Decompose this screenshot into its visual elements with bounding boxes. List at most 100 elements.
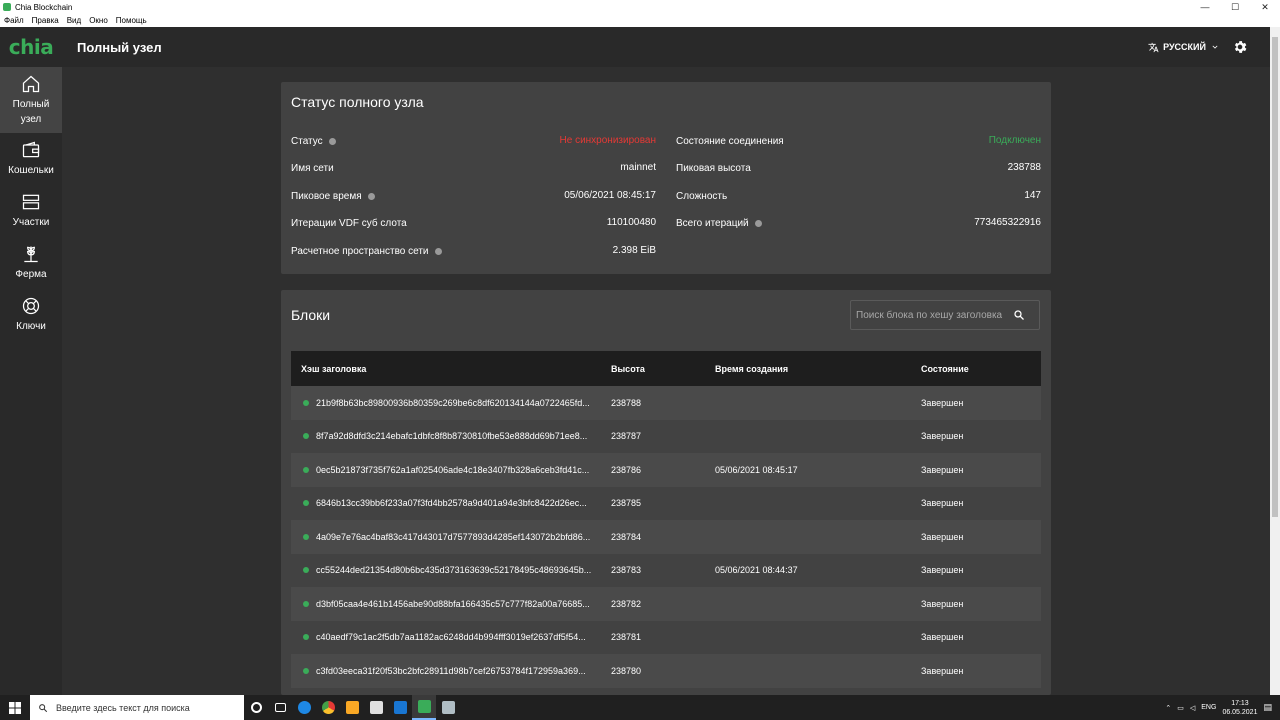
system-clock[interactable]: 17:13 06.05.2021 [1222,699,1257,717]
chia-taskbar-icon[interactable] [412,695,436,720]
table-row[interactable]: c40aedf79c1ac2f5db7aa1182ac6248dd4b994ff… [291,620,1041,654]
plots-icon [22,194,40,210]
table-row[interactable]: 8f7a92d8dfd3c214ebafc1dbfc8f8b8730810fbe… [291,419,1041,453]
block-time: 05/06/2021 08:45:17 [715,464,798,475]
mail-icon[interactable] [388,695,412,720]
network-space-label: Расчетное пространство сети [291,244,442,258]
block-state: Завершен [921,397,964,408]
network-icon[interactable]: ▭ [1177,704,1184,712]
sidebar-item-full-node[interactable]: Полный узел [0,67,62,133]
volume-icon[interactable]: ◁ [1190,704,1195,712]
table-row[interactable]: 6846b13cc39bb6f233a07f3fd4bb2578a9d401a9… [291,486,1041,520]
cortana-icon[interactable] [244,695,268,720]
close-button[interactable]: ✕ [1250,0,1280,14]
block-search-input[interactable] [851,309,1009,321]
window-scrollbar[interactable] [1270,27,1280,695]
blocks-title: Блоки [291,307,331,323]
table-row[interactable]: 0ec5b21873f735f762a1af025406ade4c18e3407… [291,453,1041,487]
table-row[interactable]: d3bf05caa4e461b1456abe90d88bfa166435c57c… [291,587,1041,621]
chia-logo[interactable]: chia [0,35,62,59]
menu-window[interactable]: Окно [89,16,108,25]
page-title: Полный узел [77,39,162,55]
peak-time-label: Пиковое время [291,189,375,203]
column-header-time[interactable]: Время создания [715,364,788,374]
app-taskbar-icon[interactable] [436,695,460,720]
block-hash[interactable]: 0ec5b21873f735f762a1af025406ade4c18e3407… [316,465,589,475]
full-node-status-card: Статус полного узла Статус Не синхронизи… [281,82,1051,274]
menu-file[interactable]: Файл [4,16,24,25]
search-icon[interactable] [1013,309,1025,321]
block-height: 238786 [611,464,642,475]
connection-state-value: Подключен [988,135,1041,146]
help-icon[interactable] [328,137,336,145]
status-dot-icon [303,600,309,607]
language-selector[interactable]: РУССКИЙ [1148,27,1220,67]
table-row[interactable]: c3fd03eeca31f20f53bc2bfc28911d98b7cef267… [291,654,1041,688]
windows-start-button[interactable] [0,695,30,720]
taskbar-search-placeholder: Введите здесь текст для поиска [56,702,190,713]
block-state: Завершен [921,565,964,576]
help-icon[interactable] [754,219,762,227]
home-icon [22,75,40,92]
scrollbar-thumb[interactable] [1272,37,1278,517]
menu-edit[interactable]: Правка [32,16,59,25]
edge-icon[interactable] [292,695,316,720]
file-explorer-icon[interactable] [340,695,364,720]
block-hash[interactable]: 4a09e7e76ac4baf83c417d43017d7577893d4285… [316,532,590,542]
help-icon[interactable] [434,247,442,255]
status-dot-icon [303,667,309,674]
block-height: 238782 [611,598,642,609]
minimize-button[interactable]: — [1190,0,1220,14]
sidebar-item-keys[interactable]: Ключи [0,289,62,341]
store-icon[interactable] [364,695,388,720]
menu-help[interactable]: Помощь [116,16,147,25]
status-dot-icon [303,533,309,540]
sidebar-item-farm[interactable]: Ферма [0,237,62,289]
clock-date: 06.05.2021 [1222,708,1258,716]
block-state: Завершен [921,531,964,542]
gear-icon[interactable] [1232,39,1248,55]
system-tray: ⌃ ▭ ◁ ENG 17:13 06.05.2021 ▤ [1165,695,1280,720]
table-row[interactable]: 4a09e7e76ac4baf83c417d43017d7577893d4285… [291,520,1041,554]
chrome-icon[interactable] [316,695,340,720]
table-body: 21b9f8b63bc89800936b80359c269be6c8df6201… [291,386,1041,688]
chevron-up-icon[interactable]: ⌃ [1165,704,1171,712]
notifications-icon[interactable]: ▤ [1263,702,1272,713]
help-icon[interactable] [367,192,375,200]
translate-icon [1148,42,1159,52]
block-state: Завершен [921,598,964,609]
column-header-height[interactable]: Высота [611,364,645,374]
block-hash[interactable]: d3bf05caa4e461b1456abe90d88bfa166435c57c… [316,599,590,609]
column-header-hash[interactable]: Хэш заголовка [301,364,366,374]
total-iterations-value: 773465322916 [974,217,1041,228]
block-hash[interactable]: cc55244ded21354d80b6bc435d373163639c5217… [316,565,591,575]
block-hash[interactable]: 21b9f8b63bc89800936b80359c269be6c8df6201… [316,398,590,408]
taskbar-search[interactable]: Введите здесь текст для поиска [30,695,244,720]
block-hash[interactable]: 8f7a92d8dfd3c214ebafc1dbfc8f8b8730810fbe… [316,431,587,441]
keyboard-language[interactable]: ENG [1201,704,1216,711]
block-hash[interactable]: c40aedf79c1ac2f5db7aa1182ac6248dd4b994ff… [316,632,586,642]
block-height: 238780 [611,665,642,676]
status-dot-icon [303,634,309,641]
block-height: 238785 [611,498,642,509]
app-header: chia Полный узел РУССКИЙ [0,27,1270,67]
sidebar-item-plots[interactable]: Участки [0,185,62,237]
blocks-table: Хэш заголовка Высота Время создания Сост… [291,351,1041,688]
maximize-button[interactable]: ☐ [1220,0,1250,14]
block-hash[interactable]: c3fd03eeca31f20f53bc2bfc28911d98b7cef267… [316,666,586,676]
table-row[interactable]: 21b9f8b63bc89800936b80359c269be6c8df6201… [291,386,1041,420]
sidebar: Полный узел Кошельки Участки Ферма Ключи [0,67,62,695]
status-dot-icon [303,399,309,406]
blocks-card: Блоки Хэш заголовка Высота Время создани… [281,290,1051,695]
task-view-icon[interactable] [268,695,292,720]
status-dot-icon [303,500,309,507]
status-card-title: Статус полного узла [291,94,424,110]
windows-logo-icon [9,701,21,714]
sidebar-item-wallets[interactable]: Кошельки [0,133,62,185]
clock-time: 17:13 [1231,699,1249,707]
block-hash[interactable]: 6846b13cc39bb6f233a07f3fd4bb2578a9d401a9… [316,498,587,508]
column-header-state[interactable]: Состояние [921,364,969,374]
menu-view[interactable]: Вид [67,16,81,25]
connection-state-label: Состояние соединения [676,135,784,147]
table-row[interactable]: cc55244ded21354d80b6bc435d373163639c5217… [291,553,1041,587]
